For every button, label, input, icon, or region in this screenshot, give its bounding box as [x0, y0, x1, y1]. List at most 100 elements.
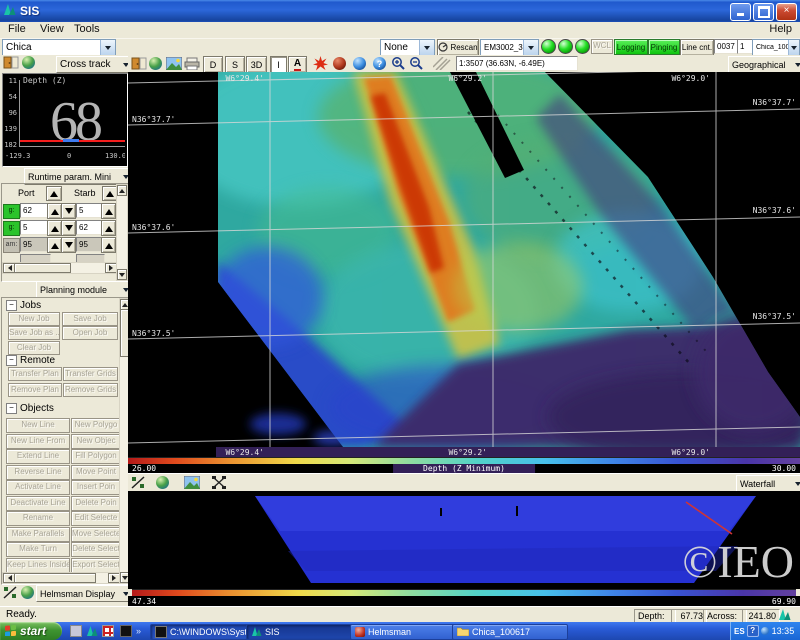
combo-arrow-icon[interactable] — [100, 40, 115, 55]
spin-up[interactable] — [47, 237, 62, 253]
spin-up[interactable] — [101, 203, 116, 219]
logging-button[interactable]: Logging — [614, 39, 648, 55]
expand-icon[interactable] — [212, 476, 226, 492]
sounder-combo[interactable]: EM3002_345 — [480, 39, 539, 56]
tray-clock[interactable]: 13:35 — [772, 626, 795, 636]
scroll-up-icon[interactable] — [117, 185, 127, 196]
tray-help-icon[interactable]: ? — [747, 625, 759, 637]
spin-up[interactable] — [101, 220, 116, 236]
waterfall-swath[interactable]: ©IEO — [128, 491, 800, 589]
sphere-icon[interactable] — [333, 57, 346, 70]
annotate-a-icon: A — [294, 59, 301, 71]
new-job-button: New Job — [8, 312, 60, 326]
view-s-button[interactable]: S — [225, 56, 245, 73]
view-d-button[interactable]: D — [203, 56, 223, 73]
collapse-icon[interactable]: − — [6, 403, 17, 414]
line-cnt-button[interactable]: Line cnt. — [680, 39, 714, 56]
task-sis-window[interactable]: SIS — [246, 624, 356, 640]
frame-view-combo[interactable]: Cross track — [56, 56, 133, 73]
globe-icon[interactable] — [353, 57, 366, 70]
status-bar: Ready. Depth: 67.73 Across: 241.80 — [0, 606, 800, 623]
spin-down[interactable] — [61, 220, 76, 236]
menu-help[interactable]: Help — [769, 23, 792, 35]
door-icon[interactable] — [3, 56, 19, 72]
measure-icon[interactable] — [131, 476, 145, 492]
cross-track-chart: Depth (Z) 11 54 96 139 182 68 -129.3 0 1… — [2, 73, 128, 167]
combo-arrow-icon[interactable] — [523, 40, 538, 55]
clear-job-button: Clear Job — [8, 341, 60, 355]
close-button[interactable]: × — [776, 3, 797, 21]
collapse-icon[interactable]: − — [6, 355, 17, 366]
port-spin-up[interactable] — [46, 186, 62, 201]
start-button[interactable]: start — [0, 622, 62, 640]
spin-down[interactable] — [61, 203, 76, 219]
planning-h-scrollbar[interactable] — [2, 572, 121, 584]
annotate-button[interactable]: A — [288, 56, 307, 73]
tray-language[interactable]: ES — [734, 627, 745, 636]
param-label-badge: g: — [3, 204, 20, 219]
menu-tools[interactable]: Tools — [74, 23, 100, 35]
spin-up[interactable] — [47, 220, 62, 236]
bathymetry-map[interactable]: W6°29.4' W6°29.2' W6°29.0' W6°29.4' W6°2… — [128, 72, 800, 457]
combo-arrow-icon[interactable] — [419, 40, 434, 55]
runtime-h-scrollbar[interactable] — [2, 262, 118, 274]
hatch-grid-icon[interactable] — [433, 57, 451, 73]
measure-icon[interactable] — [3, 586, 17, 602]
waterfall-view-combo[interactable]: Waterfall — [736, 475, 800, 492]
minimize-button[interactable] — [730, 3, 751, 21]
task-helmsman-window[interactable]: Helmsman — [350, 624, 458, 640]
combo-arrow-icon[interactable] — [788, 40, 799, 55]
pinging-button[interactable]: Pinging — [648, 39, 680, 55]
depth-value: 67.73 — [671, 609, 707, 623]
earth-icon[interactable] — [22, 56, 35, 69]
quicklaunch-sis-icon[interactable] — [86, 625, 98, 637]
menu-file[interactable]: File — [8, 23, 26, 35]
waterfall-frame: Waterfall ©IEO 47.34 69.90 — [128, 473, 800, 607]
save-job-button: Save Job — [62, 312, 118, 326]
system-tray: ES ? 13:35 — [730, 622, 800, 640]
status-message: Ready. — [6, 609, 37, 620]
printer-icon[interactable] — [184, 57, 200, 73]
task-cmd-window[interactable]: C:\WINDOWS\Syste... — [150, 624, 252, 640]
scale-position-field[interactable]: 1:3507 (36.63N, -6.49E) — [456, 56, 578, 71]
runtime-v-scrollbar[interactable] — [116, 184, 128, 281]
helmsman-display-combo[interactable]: Helmsman Display — [36, 585, 133, 602]
tray-network-icon[interactable] — [761, 627, 769, 635]
view-i-button[interactable]: I — [270, 56, 287, 73]
task-chica-folder[interactable]: Chica_100617 — [452, 624, 568, 640]
jobs-section-header[interactable]: − Jobs — [6, 300, 41, 311]
door-icon[interactable] — [131, 57, 147, 73]
quicklaunch-grid-icon[interactable] — [102, 625, 114, 637]
status-led-1 — [541, 39, 556, 54]
view-3d-button[interactable]: 3D — [246, 56, 267, 73]
spin-down[interactable] — [61, 237, 76, 253]
menu-view[interactable]: View — [40, 23, 64, 35]
windows-flag-icon — [4, 623, 17, 639]
maximize-button[interactable] — [753, 3, 774, 21]
earth-icon[interactable] — [149, 57, 162, 70]
help-icon[interactable]: ? — [373, 57, 386, 70]
image-icon[interactable] — [184, 476, 200, 492]
quicklaunch-cmd-icon[interactable] — [120, 625, 132, 637]
spin-up[interactable] — [101, 237, 116, 253]
quicklaunch-app-icon[interactable] — [70, 625, 82, 637]
geo-view-combo[interactable]: Geographical — [728, 56, 800, 73]
quicklaunch-chevron-icon[interactable]: » — [136, 626, 141, 636]
remove-grids-button: Remove Grids — [63, 383, 118, 397]
scroll-down-icon[interactable] — [117, 269, 127, 280]
lon-label-bottom: W6°29.2' — [448, 448, 487, 457]
overlay-combo[interactable]: None — [380, 39, 435, 56]
objects-section-header[interactable]: − Objects — [6, 403, 54, 414]
rescan-button[interactable]: Rescan — [437, 39, 479, 56]
survey-combo[interactable]: Chica_100617 — [752, 39, 800, 56]
remote-section-header[interactable]: − Remote — [6, 355, 55, 366]
image-icon[interactable] — [166, 57, 182, 73]
earth-icon[interactable] — [156, 476, 169, 489]
move-selected-button: Move Selecte — [71, 527, 121, 542]
planning-module-combo[interactable]: Planning module — [36, 281, 133, 298]
earth-icon[interactable] — [21, 586, 34, 599]
save-job-as-button: Save Job as ... — [8, 326, 60, 340]
spin-up[interactable] — [47, 203, 62, 219]
collapse-icon[interactable]: − — [6, 300, 17, 311]
ship-combo[interactable]: Chica — [2, 39, 116, 56]
